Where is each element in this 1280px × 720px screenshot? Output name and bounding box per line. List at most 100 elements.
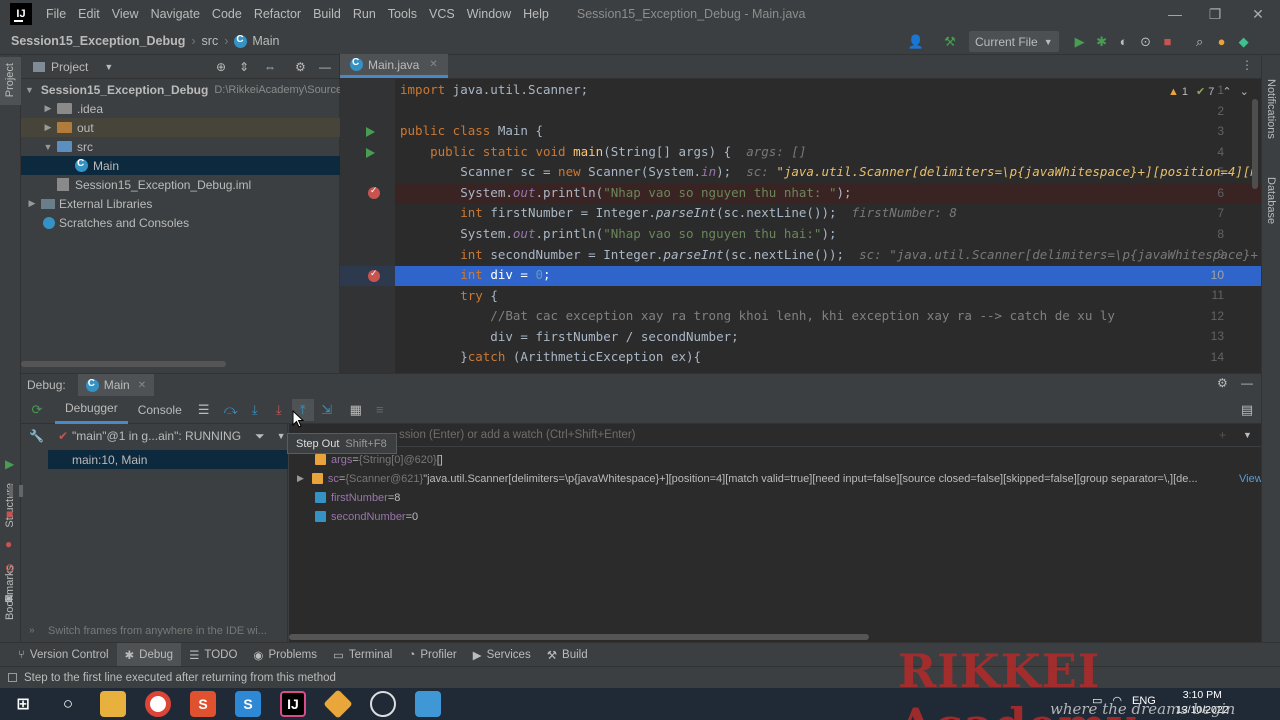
thread-selector[interactable]: 🔧 ✔ "main"@1 in g...ain": RUNNING ⏷ ▼	[21, 424, 287, 448]
menu-vcs[interactable]: VCS	[423, 7, 461, 21]
tree-item-iml[interactable]: Session15_Exception_Debug.iml	[21, 175, 340, 194]
layout-icon[interactable]: ▤	[1236, 399, 1258, 421]
variable-row[interactable]: firstNumber = 8	[315, 488, 400, 507]
tree-item-external-libraries[interactable]: ▶ External Libraries	[21, 194, 340, 213]
menu-run[interactable]: Run	[347, 7, 382, 21]
chevron-down-icon[interactable]: ▼	[104, 62, 113, 72]
tab-version-control[interactable]: ⑂ Version Control	[10, 643, 117, 667]
tab-build[interactable]: ⚒ Build	[539, 643, 596, 667]
file-explorer-icon[interactable]	[100, 691, 126, 717]
tab-debug[interactable]: ✱ Debug	[116, 642, 182, 667]
database-tool-button[interactable]: Database	[1265, 177, 1277, 224]
tab-services[interactable]: ▶ Services	[465, 643, 539, 667]
stack-frame-row[interactable]: main:10, Main	[48, 450, 288, 469]
expand-icon[interactable]: »	[29, 625, 35, 636]
maximize-icon[interactable]: ❐	[1195, 0, 1235, 28]
evaluate-expression-icon[interactable]: ▦	[345, 399, 367, 421]
run-icon[interactable]: ▶	[1069, 31, 1091, 53]
chevron-right-icon[interactable]: ▶	[41, 103, 55, 114]
run-main-icon[interactable]	[366, 148, 375, 158]
chevron-down-icon[interactable]: ▼	[25, 85, 34, 95]
close-icon[interactable]: ✕	[1238, 0, 1278, 28]
menu-file[interactable]: File	[40, 7, 72, 21]
rerun-icon[interactable]: ⟳	[26, 399, 48, 421]
debug-session-tab[interactable]: Main ✕	[77, 374, 155, 396]
chevron-down-icon[interactable]: ▼	[41, 142, 55, 152]
code-line[interactable]: int firstNumber = Integer.parseInt(sc.ne…	[400, 203, 957, 223]
skype-icon[interactable]: S	[235, 691, 261, 717]
filter-icon[interactable]: ⏷	[255, 429, 265, 444]
view-link[interactable]: View	[1239, 473, 1261, 485]
hide-panel-icon[interactable]: —	[1241, 376, 1253, 390]
code-line[interactable]: int secondNumber = Integer.parseInt(sc.n…	[400, 245, 1258, 265]
breadcrumb-file[interactable]: Main	[252, 34, 279, 48]
chevron-down-icon[interactable]: ▼	[277, 431, 286, 441]
tab-debugger[interactable]: Debugger	[55, 396, 128, 424]
menu-code[interactable]: Code	[206, 7, 248, 21]
menu-help[interactable]: Help	[517, 7, 555, 21]
menu-edit[interactable]: Edit	[72, 7, 106, 21]
tree-item-main[interactable]: Main	[21, 156, 340, 175]
code-line[interactable]: }catch (ArithmeticException ex){	[400, 347, 701, 367]
search-circle-icon[interactable]: ○	[55, 691, 81, 717]
breakpoint-icon[interactable]	[368, 185, 380, 199]
breadcrumb-folder[interactable]: src	[202, 34, 219, 48]
code-line[interactable]: import java.util.Scanner;	[400, 80, 588, 100]
tab-terminal[interactable]: ▭ Terminal	[325, 643, 400, 667]
tree-item-scratches[interactable]: Scratches and Consoles	[21, 213, 340, 232]
update-icon[interactable]: ●	[1211, 31, 1233, 53]
hammer-build-icon[interactable]: ⚒	[939, 31, 961, 53]
coverage-icon[interactable]: ◐	[1113, 31, 1135, 53]
close-tab-icon[interactable]: ✕	[429, 59, 437, 70]
code-line[interactable]: //Bat cac exception xay ra trong khoi le…	[400, 306, 1115, 326]
code-line[interactable]: Scanner sc = new Scanner(System.in); sc:…	[400, 162, 1258, 182]
more-tabs-icon[interactable]: ⋮	[1241, 58, 1253, 72]
code-line[interactable]: System.out.println("Nhap vao so nguyen t…	[400, 224, 836, 244]
tab-profiler[interactable]: ◔ Profiler	[400, 643, 464, 667]
gear-icon[interactable]: ⚙	[1217, 376, 1228, 390]
wrench-icon[interactable]: 🔧	[29, 429, 44, 443]
tree-item-out[interactable]: ▶ out	[21, 118, 340, 137]
windows-start-icon[interactable]: ⊞	[10, 691, 36, 717]
chevron-down-icon[interactable]: ▼	[1243, 430, 1252, 440]
menu-build[interactable]: Build	[307, 7, 347, 21]
step-into-icon[interactable]: ⤓	[244, 399, 266, 421]
menu-refactor[interactable]: Refactor	[248, 7, 307, 21]
run-class-icon[interactable]	[366, 127, 375, 137]
chevron-down-icon[interactable]: ⌄	[1240, 85, 1249, 98]
project-tool-button[interactable]: Project	[4, 63, 16, 97]
inspection-widget[interactable]: ▲ 1 ✔ 7 ⌃ ⌄	[1168, 85, 1249, 99]
git-icon[interactable]	[323, 689, 353, 719]
vertical-scrollbar[interactable]	[1252, 99, 1258, 189]
resume-icon[interactable]: ▶	[5, 457, 14, 471]
hide-panel-icon[interactable]: —	[319, 60, 331, 74]
code-line[interactable]: public class Main {	[400, 121, 543, 141]
camera-icon[interactable]: ◙	[5, 591, 12, 605]
plugin-icon[interactable]: ◆	[1233, 31, 1255, 53]
tab-main-java[interactable]: Main.java ✕	[340, 54, 448, 78]
chevron-up-icon[interactable]: ⌃	[1222, 85, 1231, 98]
tab-problems[interactable]: ◉ Problems	[245, 643, 325, 667]
notifications-tool-button[interactable]: Notifications	[1265, 79, 1277, 139]
view-breakpoints-icon[interactable]: ●	[5, 537, 12, 551]
profile-icon[interactable]: ⊙	[1135, 31, 1157, 53]
close-tab-icon[interactable]: ✕	[138, 380, 146, 391]
tab-console[interactable]: Console	[128, 396, 192, 424]
gear-icon[interactable]: ⚙	[295, 60, 306, 74]
menu-tools[interactable]: Tools	[382, 7, 423, 21]
search-icon[interactable]: ⌕	[1189, 31, 1211, 53]
status-toggle-icon[interactable]	[8, 673, 17, 682]
locate-icon[interactable]: ⊕	[216, 60, 226, 74]
collapse-all-icon[interactable]: ⇔	[264, 60, 276, 74]
user-icon[interactable]: 👤	[905, 31, 927, 53]
code-line-current[interactable]: int div = 0;	[400, 265, 550, 285]
force-step-into-icon[interactable]: ⤓	[268, 399, 290, 421]
sublime-icon[interactable]: S	[190, 691, 216, 717]
stop-icon[interactable]: ■	[1157, 31, 1179, 53]
minimize-icon[interactable]: —	[1155, 0, 1195, 28]
variable-row[interactable]: secondNumber = 0	[315, 507, 418, 526]
code-line[interactable]: public static void main(String[] args) {…	[400, 142, 806, 162]
breadcrumb-project[interactable]: Session15_Exception_Debug	[11, 34, 185, 48]
photos-icon[interactable]	[415, 691, 441, 717]
trace-icon[interactable]: ≡	[369, 399, 391, 421]
